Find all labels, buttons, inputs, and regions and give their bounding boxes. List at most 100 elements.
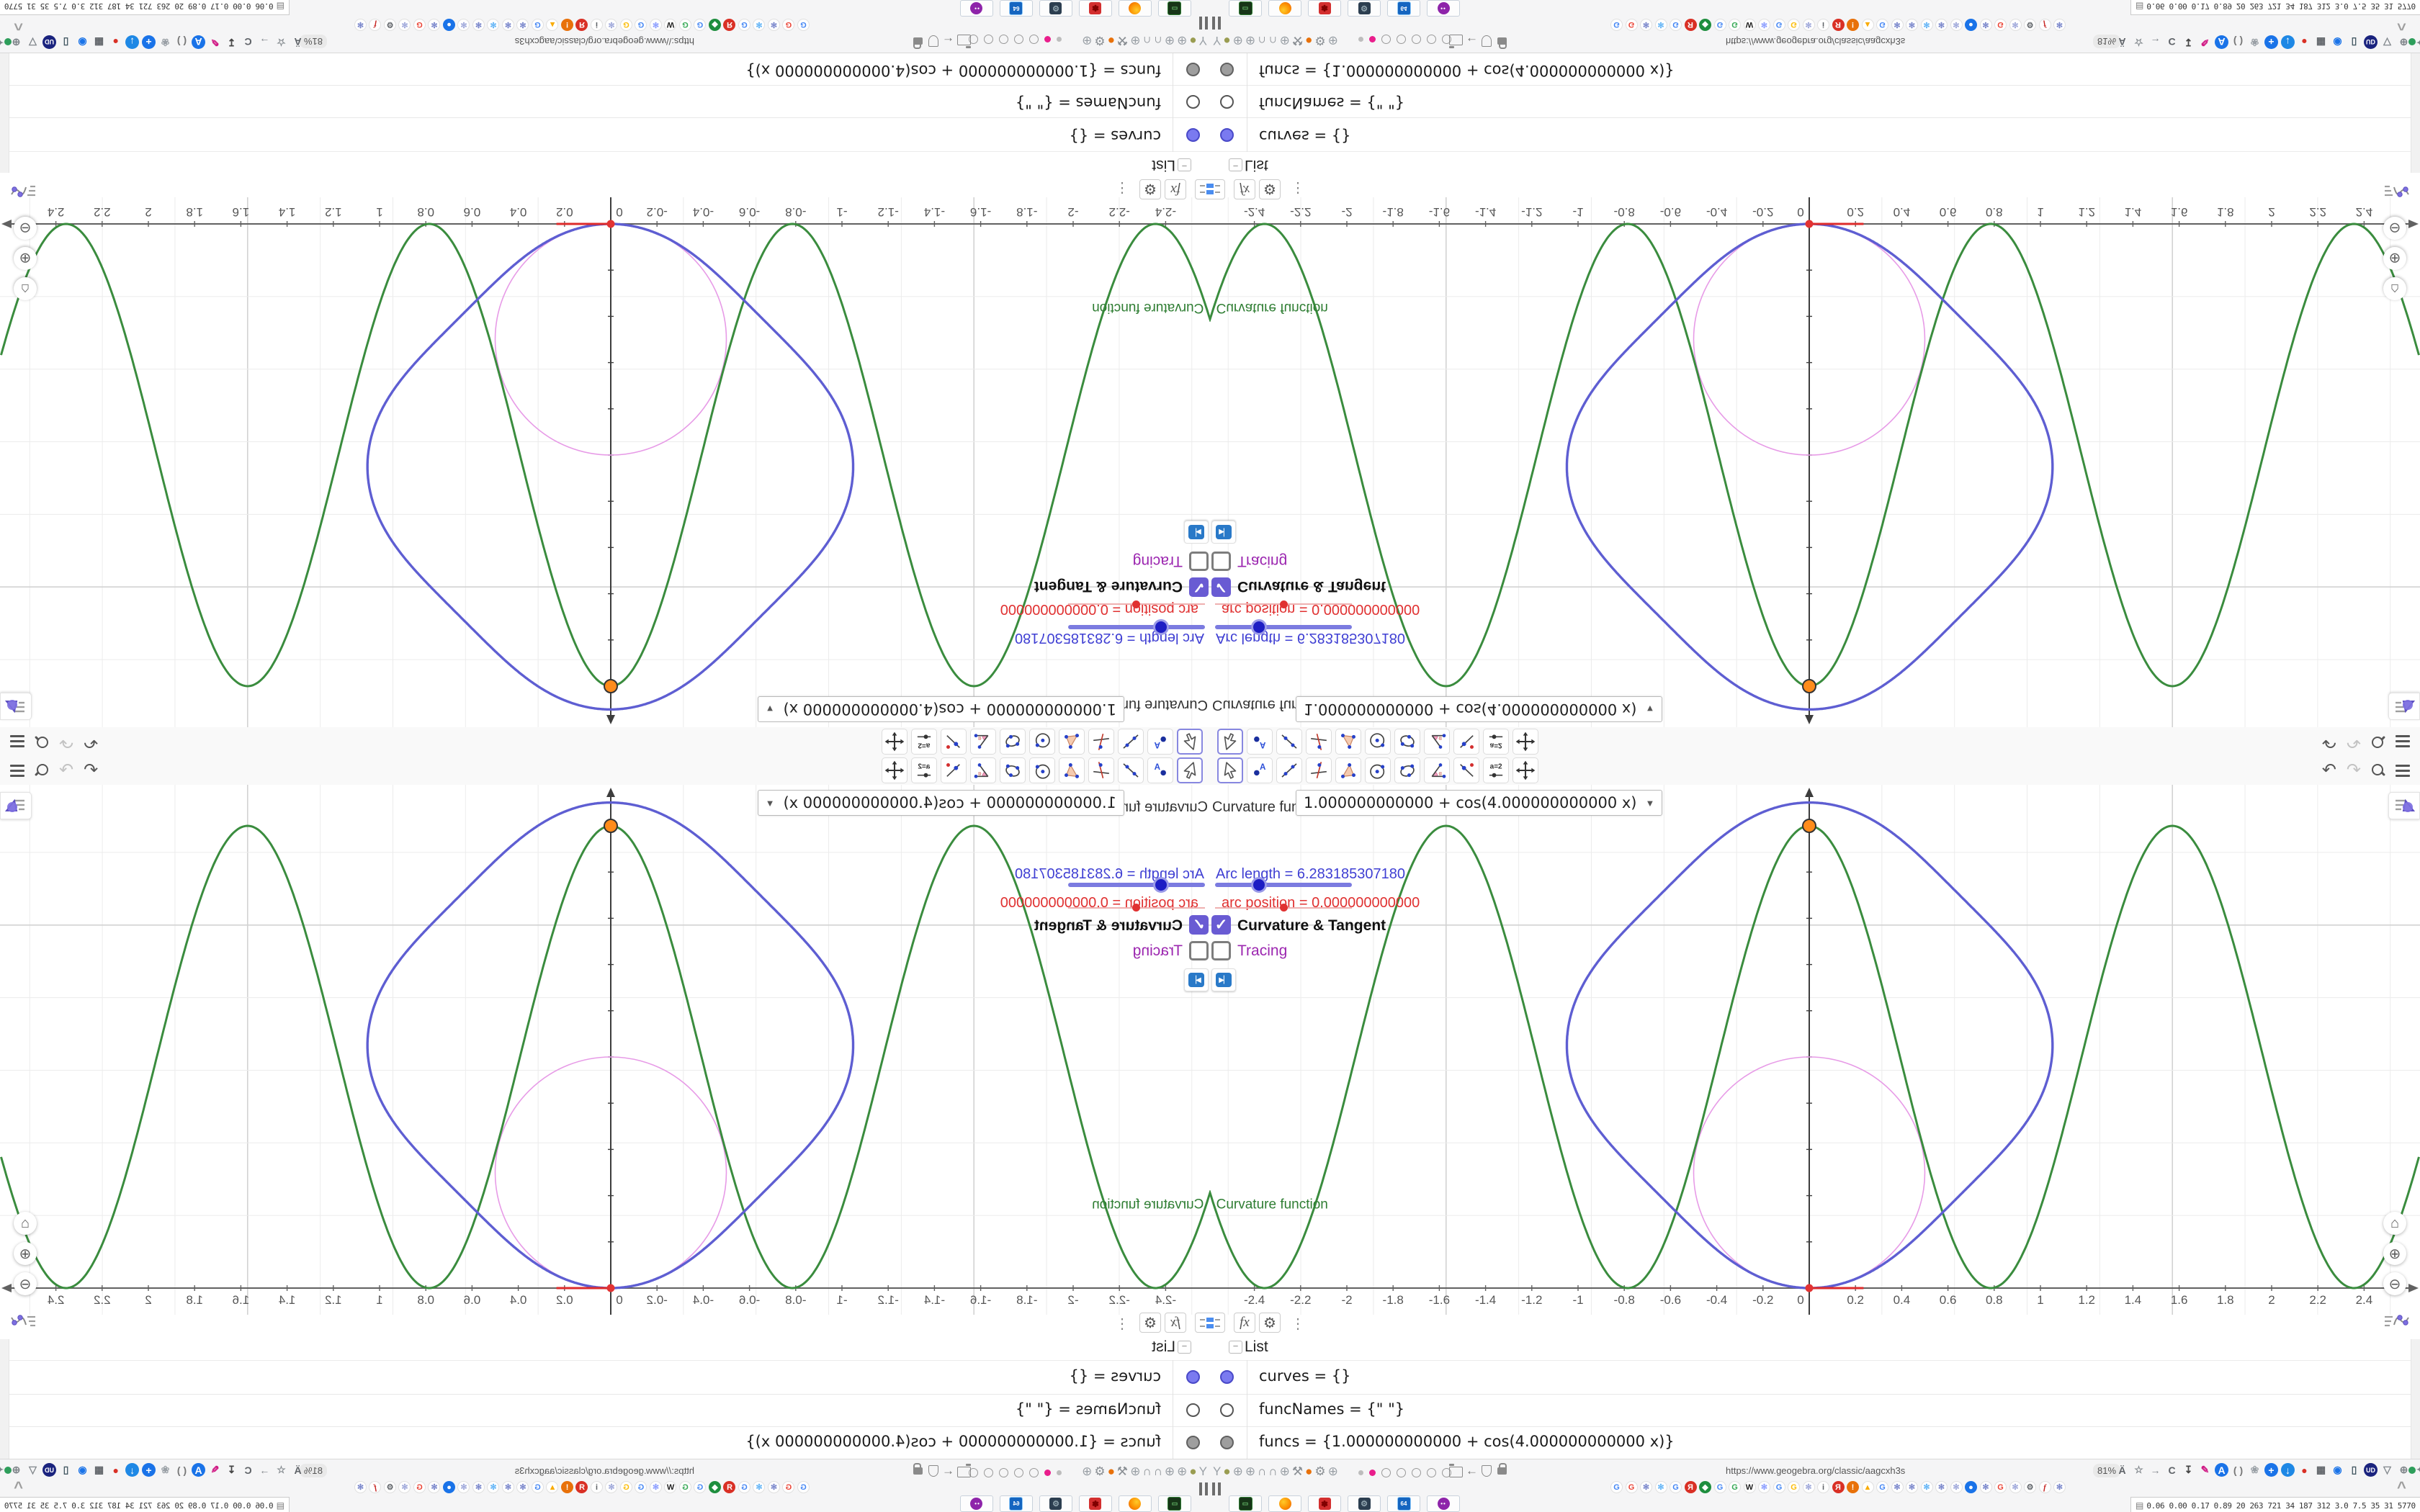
kebab-menu-icon[interactable]: ⋮ xyxy=(1291,179,1305,197)
curvature-tangent-checkbox[interactable]: ✓ xyxy=(1189,577,1209,597)
folder-icon[interactable] xyxy=(1449,1464,1463,1477)
settings-button[interactable]: ⚙ xyxy=(1259,1313,1281,1333)
extension-icon-8[interactable]: ( ) xyxy=(175,35,189,49)
tab-favicon-28[interactable]: ✻ xyxy=(2009,1481,2022,1493)
move-graphics-tool-button[interactable] xyxy=(1512,729,1538,755)
zoom-out-button[interactable]: ⊖ xyxy=(14,217,37,240)
tab-favicon-26[interactable]: ✻ xyxy=(1979,19,1992,31)
tab-favicon-7[interactable]: ◆ xyxy=(1699,1481,1711,1493)
bookmark-glyph-3[interactable]: ⊕ xyxy=(1177,33,1187,48)
tab-favicon-19[interactable]: G xyxy=(1876,1481,1888,1493)
extension-icon-17[interactable]: ▽ xyxy=(2380,1463,2394,1477)
menu-icon[interactable] xyxy=(10,735,24,748)
bottom-panel-toggle[interactable] xyxy=(2378,1310,2414,1332)
extension-icon-1[interactable]: Ä xyxy=(2115,1463,2129,1477)
bookmark-glyph-3[interactable]: ⊕ xyxy=(1233,33,1243,48)
extension-icon-15[interactable]: ▯ xyxy=(2347,1463,2361,1477)
undo-icon[interactable]: ↶ xyxy=(2322,760,2336,780)
scrollbar[interactable] xyxy=(2411,53,2420,173)
commodore64-app-button[interactable]: 64 xyxy=(1000,0,1033,17)
tab-favicon-16[interactable]: Я xyxy=(575,19,588,31)
function-selector-dropdown[interactable]: 1.000000000000 + cos(4.000000000000 x) ▼ xyxy=(757,696,1124,722)
tracing-checkbox[interactable] xyxy=(1189,941,1209,960)
angle-tool-button[interactable]: α xyxy=(970,729,996,755)
bookmark-glyph-1[interactable]: Y xyxy=(1213,1464,1221,1479)
gray-visibility-marble[interactable] xyxy=(1220,63,1234,76)
play-button[interactable]: ▶▏ xyxy=(1184,968,1209,991)
bookmark-glyph-10[interactable]: ⚙ xyxy=(1314,33,1325,48)
url-field[interactable]: https://www.geogebra.org/classic/aagcxh3… xyxy=(1726,36,1905,47)
tab-favicon-30[interactable]: f xyxy=(369,19,382,31)
tab-favicon-12[interactable]: G xyxy=(635,19,647,31)
tab-favicon-1[interactable]: G xyxy=(797,1481,810,1493)
line-tool-button[interactable] xyxy=(1118,757,1144,783)
extension-icon-5[interactable]: ↧ xyxy=(225,35,238,49)
tab-favicon-26[interactable]: ✻ xyxy=(428,19,441,31)
extension-icon-6[interactable]: ✎ xyxy=(208,35,222,49)
extension-icon-8[interactable]: ( ) xyxy=(2231,1463,2245,1477)
algebra-row-3[interactable]: funcs = {1.000000000000 + cos(4.00000000… xyxy=(1210,1426,2420,1460)
tab-favicon-4[interactable]: ✻ xyxy=(1654,1481,1667,1493)
extension-icon-2[interactable]: ☆ xyxy=(2132,1463,2146,1477)
arc-length-slider[interactable] xyxy=(1215,619,1352,635)
tab-favicon-19[interactable]: G xyxy=(532,19,544,31)
collapse-button[interactable]: − xyxy=(1229,1341,1242,1354)
tab-favicon-24[interactable]: ✻ xyxy=(457,19,470,31)
fx-view-button[interactable]: fx xyxy=(1165,179,1186,199)
tab-favicon-29[interactable]: ⚙ xyxy=(2024,1481,2036,1493)
play-button[interactable]: ▶▏ xyxy=(1211,968,1236,991)
extension-icon-13[interactable]: ▦ xyxy=(2314,1463,2328,1477)
algebra-row-2[interactable]: funcNames = {" "} xyxy=(0,1394,1210,1427)
tab-favicon-4[interactable]: ✻ xyxy=(1654,19,1667,31)
extension-icon-10[interactable]: + xyxy=(142,35,156,49)
tab-favicon-18[interactable]: ▲ xyxy=(1861,19,1874,31)
angle-tool-button[interactable]: α xyxy=(970,757,996,783)
extension-icon-13[interactable]: ▦ xyxy=(92,35,106,49)
tab-favicon-14[interactable]: ✻ xyxy=(1802,1481,1815,1493)
chevron-up-icon[interactable]: ^ xyxy=(14,1478,23,1497)
tab-favicon-3[interactable]: ✻ xyxy=(1640,19,1652,31)
extension-icon-17[interactable]: ▽ xyxy=(26,1463,40,1477)
angle-tool-button[interactable]: α xyxy=(1424,729,1450,755)
bookmark-glyph-4[interactable]: ⊕ xyxy=(1165,33,1175,48)
tab-favicon-2[interactable]: G xyxy=(1625,1481,1638,1493)
tab-favicon-3[interactable]: ✻ xyxy=(1640,1481,1652,1493)
tab-favicon-24[interactable]: ✻ xyxy=(457,1481,470,1493)
zoom-in-button[interactable]: ⊕ xyxy=(14,1242,37,1265)
point-on-object-tool-button[interactable] xyxy=(1453,729,1479,755)
select-cursor-button[interactable] xyxy=(1217,729,1243,755)
bookmark-glyph-8[interactable]: ⚒ xyxy=(1292,33,1303,48)
extension-icon-7[interactable]: A xyxy=(192,1463,205,1477)
extension-icon-1[interactable]: Ä xyxy=(291,35,305,49)
extension-icon-15[interactable]: ▯ xyxy=(2347,35,2361,49)
tab-favicon-23[interactable]: ✻ xyxy=(1935,19,1948,31)
point-tool-button[interactable]: A xyxy=(1147,757,1173,783)
algebra-row-3[interactable]: funcs = {1.000000000000 + cos(4.00000000… xyxy=(0,1426,1210,1460)
white-visibility-marble[interactable] xyxy=(1186,95,1200,109)
line-tool-button[interactable] xyxy=(1276,757,1302,783)
monitor-app-button[interactable]: ⚙ xyxy=(1348,1495,1381,1512)
arc-length-slider[interactable] xyxy=(1068,619,1205,635)
tab-favicon-22[interactable]: ✻ xyxy=(487,19,500,31)
tab-favicon-28[interactable]: ✻ xyxy=(398,19,411,31)
graph-canvas[interactable]: -2.4 -2.2 -2 -1.8 -1.6 -1.4 -1.2 -1 -0.8 -0.6 -0.4… xyxy=(0,197,1210,727)
commodore64-app-button[interactable]: 64 xyxy=(1387,1495,1420,1512)
circle-center-point-tool-button[interactable] xyxy=(1365,757,1391,783)
algebra-row-3[interactable]: funcs = {1.000000000000 + cos(4.00000000… xyxy=(0,52,1210,86)
extension-icon-12[interactable]: ● xyxy=(2298,35,2311,49)
settings-app-button[interactable]: ✽ xyxy=(1308,0,1341,17)
tab-favicon-16[interactable]: Я xyxy=(1832,1481,1845,1493)
extension-icon-12[interactable]: ● xyxy=(109,35,122,49)
ring-icon-3[interactable] xyxy=(1412,1468,1421,1477)
tab-favicon-11[interactable]: ✻ xyxy=(650,19,662,31)
extension-icon-7[interactable]: A xyxy=(2215,1463,2228,1477)
arc-length-slider-thumb[interactable] xyxy=(1250,877,1267,893)
extension-icon-3[interactable]: → xyxy=(2148,1463,2162,1477)
tab-favicon-29[interactable]: ⚙ xyxy=(384,1481,396,1493)
curvature-tangent-checkbox[interactable]: ✓ xyxy=(1211,915,1231,935)
tab-favicon-26[interactable]: ✻ xyxy=(1979,1481,1992,1493)
tab-favicon-29[interactable]: ⚙ xyxy=(384,19,396,31)
zoom-out-button[interactable]: ⊖ xyxy=(2383,217,2406,240)
search-icon[interactable] xyxy=(34,763,49,778)
kebab-menu-icon[interactable]: ⋮ xyxy=(1291,1315,1305,1333)
